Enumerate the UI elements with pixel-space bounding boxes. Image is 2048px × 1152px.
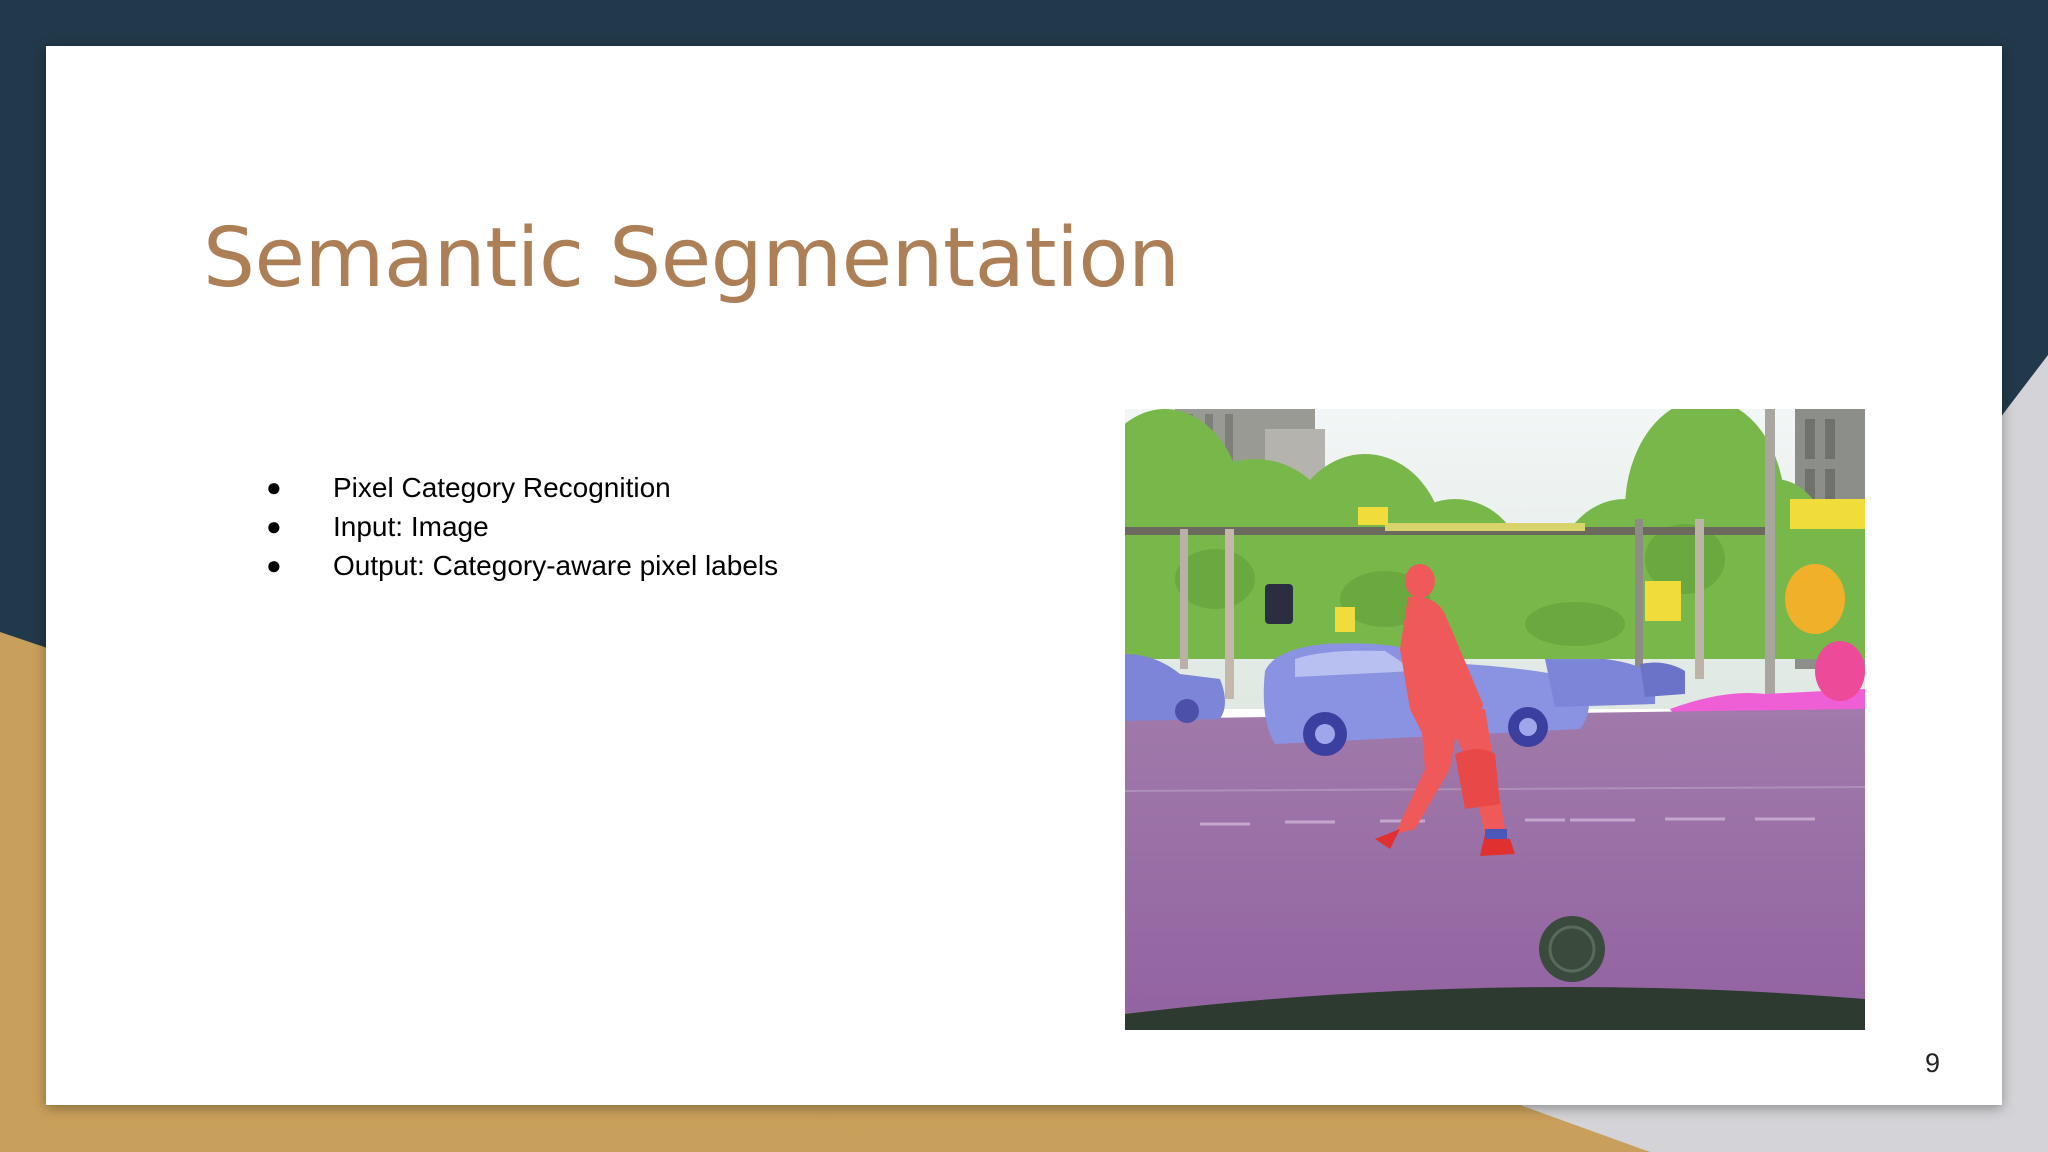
bullet-marker: ●: [266, 550, 282, 580]
segmentation-picture: [1125, 409, 1865, 1030]
page-number: 9: [1924, 1048, 1940, 1078]
segmentation-image: [1125, 409, 1865, 1030]
bullet-text: Output: Category-aware pixel labels: [333, 550, 779, 581]
presentation-stage: Semantic Segmentation ● Pixel Category R…: [0, 0, 2048, 1152]
bullet-marker: ●: [266, 511, 282, 541]
slide-title: Semantic Segmentation: [203, 211, 1180, 306]
bullet-marker: ●: [266, 472, 282, 502]
bullet-text: Input: Image: [333, 511, 489, 542]
slide-canvas: Semantic Segmentation ● Pixel Category R…: [46, 46, 2002, 1105]
traffic-light: [1265, 584, 1293, 624]
bullet-text: Pixel Category Recognition: [333, 472, 671, 503]
